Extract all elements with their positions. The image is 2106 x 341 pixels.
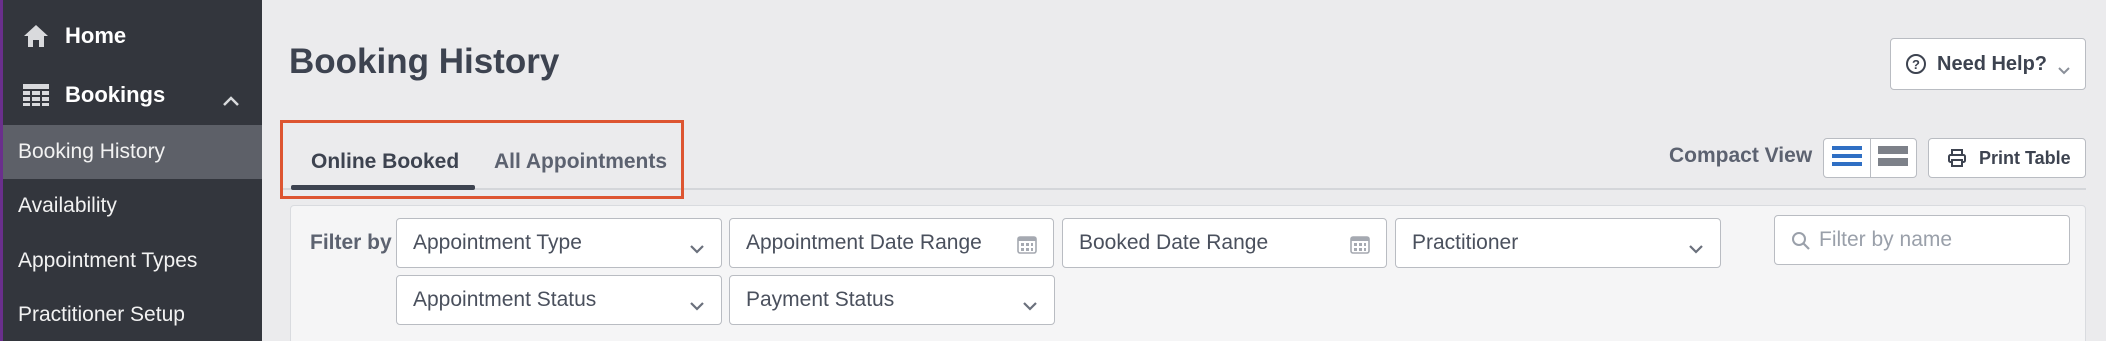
view-toggle	[1823, 138, 1917, 178]
select-value: Practitioner	[1412, 231, 1519, 254]
sidebar-item-label: Bookings	[65, 82, 166, 107]
chevron-down-icon	[2057, 59, 2071, 82]
calendar-icon	[1017, 234, 1037, 260]
need-help-button[interactable]: ? Need Help?	[1890, 38, 2086, 90]
appointment-type-select[interactable]: Appointment Type	[396, 218, 722, 268]
input-placeholder: Filter by name	[1819, 228, 1953, 251]
appointment-date-range-input[interactable]: Appointment Date Range	[729, 218, 1054, 268]
chevron-down-icon	[1688, 237, 1704, 261]
sidebar-item-label: Practitioner Setup	[18, 303, 185, 326]
sidebar-item-booking-history[interactable]: Booking History	[3, 125, 262, 179]
filter-by-label: Filter by	[310, 231, 392, 254]
list-view-button[interactable]	[1824, 139, 1870, 177]
compact-view-label: Compact View	[1669, 144, 1813, 167]
compact-view-button[interactable]	[1869, 139, 1916, 177]
sidebar-item-appointment-types[interactable]: Appointment Types	[3, 234, 262, 288]
tab-online-booked[interactable]: Online Booked	[311, 150, 459, 174]
filter-by-name-input[interactable]: Filter by name	[1774, 215, 2070, 265]
tabs-highlight: Online Booked All Appointments	[280, 120, 684, 199]
sidebar-item-bookings[interactable]: Bookings	[3, 67, 262, 123]
appointment-status-select[interactable]: Appointment Status	[396, 275, 722, 325]
sidebar: Home Bookings Booking History Availabili…	[0, 0, 262, 341]
question-circle-icon: ?	[1905, 53, 1927, 75]
practitioner-select[interactable]: Practitioner	[1395, 218, 1721, 268]
printer-icon	[1948, 149, 1966, 167]
print-table-button[interactable]: Print Table	[1928, 138, 2086, 178]
select-value: Appointment Status	[413, 288, 597, 311]
payment-status-select[interactable]: Payment Status	[729, 275, 1055, 325]
chevron-up-icon[interactable]	[222, 87, 240, 113]
chevron-down-icon	[1022, 294, 1038, 318]
active-tab-indicator	[291, 185, 475, 190]
calendar-icon	[1350, 234, 1370, 260]
input-placeholder: Appointment Date Range	[746, 231, 982, 254]
booked-date-range-input[interactable]: Booked Date Range	[1062, 218, 1387, 268]
tab-all-appointments[interactable]: All Appointments	[494, 150, 667, 174]
home-icon	[21, 22, 51, 50]
page-title: Booking History	[289, 42, 560, 81]
select-value: Payment Status	[746, 288, 895, 311]
need-help-label: Need Help?	[1937, 52, 2048, 75]
chevron-down-icon	[689, 237, 705, 261]
svg-text:?: ?	[1912, 57, 1920, 72]
input-placeholder: Booked Date Range	[1079, 231, 1269, 254]
chevron-down-icon	[689, 294, 705, 318]
sidebar-item-home[interactable]: Home	[3, 8, 262, 64]
list-view-icon	[1831, 144, 1862, 173]
search-icon	[1791, 231, 1811, 257]
sidebar-item-label: Appointment Types	[18, 249, 198, 272]
sidebar-item-label: Booking History	[18, 140, 166, 163]
sidebar-item-label: Availability	[18, 194, 117, 217]
table-grid-icon	[21, 81, 51, 109]
select-value: Appointment Type	[413, 231, 582, 254]
sidebar-item-practitioner-setup[interactable]: Practitioner Setup	[3, 288, 262, 341]
sidebar-item-availability[interactable]: Availability	[3, 179, 262, 233]
sidebar-item-label: Home	[65, 23, 127, 48]
compact-view-icon	[1878, 144, 1909, 173]
print-table-label: Print Table	[1979, 147, 2071, 168]
